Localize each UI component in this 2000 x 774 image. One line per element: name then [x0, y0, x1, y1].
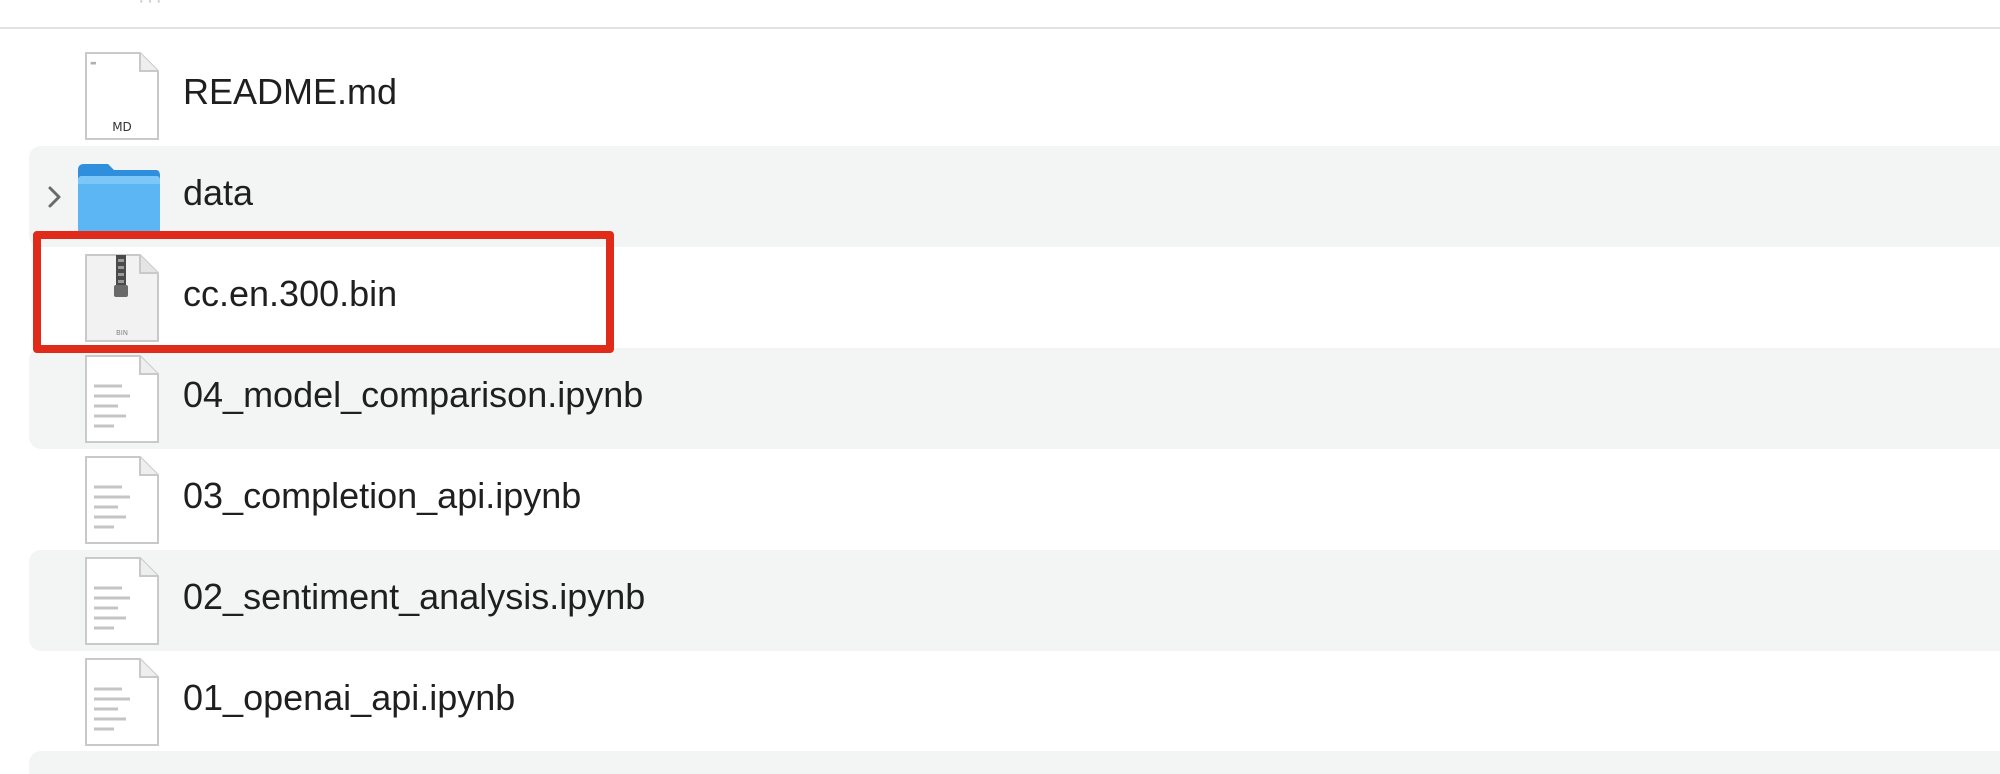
chevron-right-icon[interactable]	[44, 182, 66, 212]
document-file-icon	[85, 456, 159, 544]
list-item-03-completion-api[interactable]: 03_completion_api.ipynb	[0, 449, 2000, 550]
document-file-icon	[85, 658, 159, 746]
file-name: README.md	[183, 71, 398, 112]
markdown-file-icon: ▬ MD	[85, 52, 159, 140]
file-list: ▬ MD README.md data BIN cc.en.300.bin 04…	[0, 45, 2000, 752]
file-name: 02_sentiment_analysis.ipynb	[183, 576, 646, 617]
list-item-02-sentiment-analysis[interactable]: 02_sentiment_analysis.ipynb	[0, 550, 2000, 651]
finder-window: ··· ▬ MD README.md data BIN cc.en.300.bi…	[0, 0, 2000, 774]
list-item-04-model-comparison[interactable]: 04_model_comparison.ipynb	[0, 348, 2000, 449]
document-file-icon	[85, 355, 159, 443]
file-badge: MD	[112, 120, 132, 134]
list-item-cc-en-300-bin[interactable]: BIN cc.en.300.bin	[0, 247, 2000, 348]
header-faint-text: ···	[138, 0, 164, 12]
binary-file-icon: BIN	[85, 254, 159, 342]
list-item-01-openai-api[interactable]: 01_openai_api.ipynb	[0, 651, 2000, 752]
file-name: 03_completion_api.ipynb	[183, 475, 582, 516]
file-name: 01_openai_api.ipynb	[183, 677, 516, 718]
list-item-readme[interactable]: ▬ MD README.md	[0, 45, 2000, 146]
svg-text:▬: ▬	[90, 59, 97, 67]
list-item-data-folder[interactable]: data	[0, 146, 2000, 247]
file-name: data	[183, 172, 254, 213]
file-name: cc.en.300.bin	[183, 273, 398, 314]
list-item-partial	[29, 751, 2000, 774]
document-file-icon	[85, 557, 159, 645]
folder-icon	[78, 164, 160, 236]
column-header: ···	[0, 0, 2000, 29]
file-badge: BIN	[116, 329, 128, 337]
file-name: 04_model_comparison.ipynb	[183, 374, 644, 415]
